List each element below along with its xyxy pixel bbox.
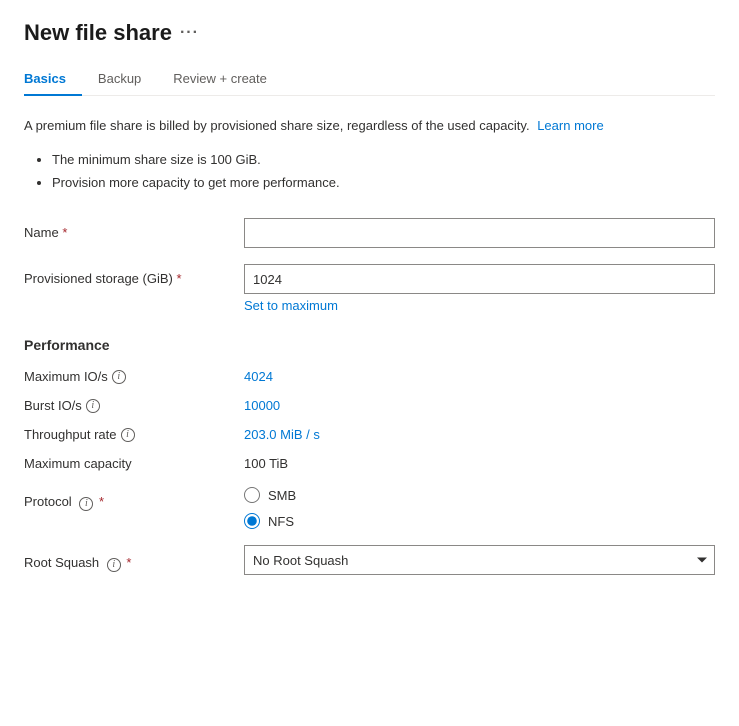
protocol-smb-label: SMB (268, 488, 296, 503)
burst-ios-label: Burst IO/s i (24, 398, 244, 413)
throughput-row: Throughput rate i 203.0 MiB / s (24, 427, 715, 442)
protocol-options: SMB NFS (244, 487, 715, 529)
tab-backup[interactable]: Backup (98, 63, 157, 96)
protocol-options-group: SMB NFS (244, 487, 715, 529)
root-squash-control: No Root Squash Root Squash All Squash (244, 545, 715, 575)
root-squash-select[interactable]: No Root Squash Root Squash All Squash (244, 545, 715, 575)
burst-ios-row: Burst IO/s i 10000 (24, 398, 715, 413)
bullet-item-2: Provision more capacity to get more perf… (52, 171, 715, 194)
protocol-nfs-option[interactable]: NFS (244, 513, 715, 529)
protocol-smb-radio[interactable] (244, 487, 260, 503)
max-ios-info-icon[interactable]: i (112, 370, 126, 384)
name-input[interactable] (244, 218, 715, 248)
tabs-container: Basics Backup Review + create (24, 62, 715, 96)
protocol-row: Protocol i * SMB NFS (24, 487, 715, 529)
tab-basics[interactable]: Basics (24, 63, 82, 96)
max-ios-label: Maximum IO/s i (24, 369, 244, 384)
name-required-indicator: * (62, 225, 67, 240)
burst-ios-info-icon[interactable]: i (86, 399, 100, 413)
protocol-info-icon[interactable]: i (79, 497, 93, 511)
root-squash-info-icon[interactable]: i (107, 558, 121, 572)
name-control (244, 218, 715, 248)
protocol-nfs-label: NFS (268, 514, 294, 529)
throughput-value: 203.0 MiB / s (244, 427, 320, 442)
provisioned-required-indicator: * (176, 271, 181, 286)
throughput-info-icon[interactable]: i (121, 428, 135, 442)
root-squash-required-indicator: * (126, 555, 131, 570)
protocol-required-indicator: * (99, 494, 104, 509)
protocol-nfs-radio[interactable] (244, 513, 260, 529)
name-field-row: Name * (24, 218, 715, 248)
max-ios-value: 4024 (244, 369, 273, 384)
provisioned-control: Set to maximum (244, 264, 715, 313)
protocol-smb-option[interactable]: SMB (244, 487, 715, 503)
root-squash-row: Root Squash i * No Root Squash Root Squa… (24, 545, 715, 575)
page-title: New file share ··· (24, 20, 715, 46)
max-capacity-label: Maximum capacity (24, 456, 244, 471)
provisioned-storage-row: Provisioned storage (GiB) * Set to maxim… (24, 264, 715, 313)
provisioned-label: Provisioned storage (GiB) * (24, 264, 244, 288)
max-ios-row: Maximum IO/s i 4024 (24, 369, 715, 384)
max-capacity-row: Maximum capacity 100 TiB (24, 456, 715, 471)
max-capacity-value: 100 TiB (244, 456, 288, 471)
ellipsis-menu-icon[interactable]: ··· (180, 24, 199, 42)
set-to-maximum-link[interactable]: Set to maximum (244, 298, 338, 313)
learn-more-link[interactable]: Learn more (537, 118, 603, 133)
tab-review-create[interactable]: Review + create (173, 63, 283, 96)
info-bullets: The minimum share size is 100 GiB. Provi… (24, 148, 715, 195)
name-label: Name * (24, 218, 244, 242)
info-banner-text: A premium file share is billed by provis… (24, 118, 530, 133)
protocol-label: Protocol i * (24, 487, 244, 511)
burst-ios-value: 10000 (244, 398, 280, 413)
throughput-label: Throughput rate i (24, 427, 244, 442)
provisioned-storage-input[interactable] (244, 264, 715, 294)
performance-section: Performance Maximum IO/s i 4024 Burst IO… (24, 337, 715, 471)
bullet-item-1: The minimum share size is 100 GiB. (52, 148, 715, 171)
root-squash-select-wrapper: No Root Squash Root Squash All Squash (244, 545, 715, 575)
page-title-text: New file share (24, 20, 172, 46)
info-banner: A premium file share is billed by provis… (24, 116, 715, 136)
performance-header: Performance (24, 337, 715, 353)
root-squash-label: Root Squash i * (24, 548, 244, 572)
